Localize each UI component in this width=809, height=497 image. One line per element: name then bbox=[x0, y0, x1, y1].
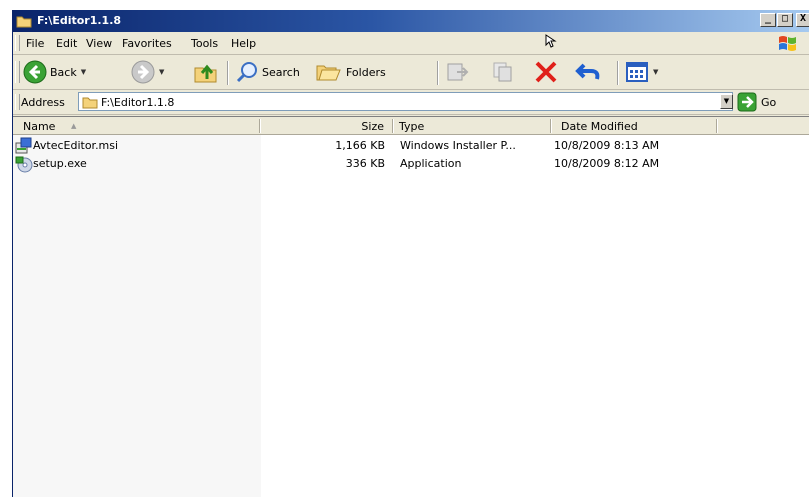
minimize-glyph: _ bbox=[764, 13, 772, 24]
windows-logo-icon bbox=[779, 36, 796, 51]
header-name[interactable]: Name ▲ bbox=[13, 117, 261, 135]
delete-button[interactable] bbox=[533, 55, 559, 89]
file-name: setup.exe bbox=[33, 157, 87, 170]
copy-to-button[interactable] bbox=[491, 55, 517, 89]
back-button[interactable]: Back ▼ bbox=[23, 55, 86, 89]
standard-toolbar: Back ▼ ▼ Search Folders ▼ bbox=[13, 55, 809, 90]
forward-arrow-icon bbox=[131, 60, 155, 84]
menu-view[interactable]: View bbox=[86, 37, 112, 50]
address-dropdown-button[interactable]: ▼ bbox=[720, 94, 733, 109]
search-icon bbox=[236, 62, 257, 83]
folder-icon bbox=[16, 14, 32, 31]
sort-ascending-icon: ▲ bbox=[71, 122, 77, 130]
address-input[interactable]: F:\Editor1.1.8 bbox=[78, 92, 733, 111]
move-to-icon bbox=[447, 63, 469, 81]
views-button[interactable]: ▼ bbox=[625, 55, 658, 89]
explorer-window: F:\Editor1.1.8 _ □ X File Edit View Favo… bbox=[12, 10, 809, 497]
close-glyph: X bbox=[799, 13, 807, 24]
setup-exe-icon bbox=[15, 156, 33, 173]
file-list[interactable]: Name ▲ Size Type Date Modified AvtecEdit… bbox=[13, 116, 809, 497]
address-value: F:\Editor1.1.8 bbox=[101, 96, 175, 109]
forward-button[interactable]: ▼ bbox=[131, 55, 164, 89]
title-bar[interactable]: F:\Editor1.1.8 _ □ X bbox=[13, 10, 809, 32]
folders-label: Folders bbox=[346, 65, 386, 79]
minimize-button[interactable]: _ bbox=[760, 13, 776, 27]
header-size[interactable]: Size bbox=[261, 117, 394, 135]
copy-to-icon bbox=[493, 62, 512, 82]
address-label: Address bbox=[21, 96, 65, 109]
window-title: F:\Editor1.1.8 bbox=[37, 14, 122, 27]
undo-icon bbox=[575, 63, 600, 80]
header-type[interactable]: Type bbox=[394, 117, 552, 135]
menu-tools[interactable]: Tools bbox=[191, 37, 218, 50]
views-dropdown-icon[interactable]: ▼ bbox=[653, 68, 658, 76]
delete-x-icon bbox=[535, 61, 557, 83]
go-label: Go bbox=[761, 95, 777, 109]
views-grid-icon bbox=[626, 62, 648, 82]
menu-edit[interactable]: Edit bbox=[56, 37, 77, 50]
toolbar-separator bbox=[227, 61, 229, 85]
address-grip[interactable] bbox=[15, 94, 20, 110]
menu-favorites[interactable]: Favorites bbox=[122, 37, 172, 50]
header-filler bbox=[718, 117, 809, 135]
address-bar: Address F:\Editor1.1.8 ▼ Go bbox=[13, 90, 809, 115]
menu-bar: File Edit View Favorites Tools Help bbox=[13, 32, 809, 55]
header-date-modified[interactable]: Date Modified bbox=[552, 117, 718, 135]
back-dropdown-icon[interactable]: ▼ bbox=[81, 68, 86, 76]
file-date: 10/8/2009 8:13 AM bbox=[554, 139, 660, 152]
go-arrow-icon bbox=[737, 92, 757, 112]
menu-help[interactable]: Help bbox=[231, 37, 256, 50]
back-arrow-icon bbox=[23, 60, 47, 84]
mouse-cursor-icon bbox=[545, 34, 557, 48]
back-label: Back bbox=[50, 65, 77, 79]
header-name-label: Name bbox=[23, 120, 56, 133]
search-label: Search bbox=[262, 65, 300, 79]
header-type-label: Type bbox=[399, 120, 425, 133]
file-size: 1,166 KB bbox=[335, 139, 385, 152]
folder-icon bbox=[82, 97, 98, 109]
forward-dropdown-icon[interactable]: ▼ bbox=[159, 68, 164, 76]
folders-button[interactable]: Folders bbox=[315, 55, 386, 89]
msi-installer-icon bbox=[15, 137, 32, 154]
maximize-glyph: □ bbox=[781, 13, 789, 24]
menu-grip[interactable] bbox=[15, 35, 20, 51]
sorted-column-highlight bbox=[13, 117, 261, 497]
toolbar-separator bbox=[617, 61, 619, 85]
up-folder-button[interactable] bbox=[193, 55, 219, 89]
close-button[interactable]: X bbox=[796, 13, 809, 27]
file-date: 10/8/2009 8:12 AM bbox=[554, 157, 660, 170]
file-type: Windows Installer P... bbox=[400, 139, 516, 152]
search-button[interactable]: Search bbox=[235, 55, 300, 89]
header-date-label: Date Modified bbox=[561, 120, 638, 133]
maximize-button[interactable]: □ bbox=[777, 13, 793, 27]
folders-icon bbox=[316, 65, 341, 81]
toolbar-separator bbox=[437, 61, 439, 85]
file-type: Application bbox=[400, 157, 462, 170]
menu-file[interactable]: File bbox=[26, 37, 44, 50]
move-to-button[interactable] bbox=[445, 55, 471, 89]
file-name: AvtecEditor.msi bbox=[33, 139, 119, 152]
header-size-label: Size bbox=[361, 120, 384, 133]
toolbar-grip[interactable] bbox=[15, 61, 20, 83]
undo-button[interactable] bbox=[575, 55, 603, 89]
file-size: 336 KB bbox=[345, 157, 385, 170]
go-button[interactable]: Go bbox=[737, 92, 776, 112]
table-row[interactable]: setup.exe 336 KB Application 10/8/2009 8… bbox=[13, 155, 809, 173]
table-row[interactable]: AvtecEditor.msi 1,166 KB Windows Install… bbox=[13, 137, 809, 155]
up-folder-icon bbox=[194, 64, 217, 83]
